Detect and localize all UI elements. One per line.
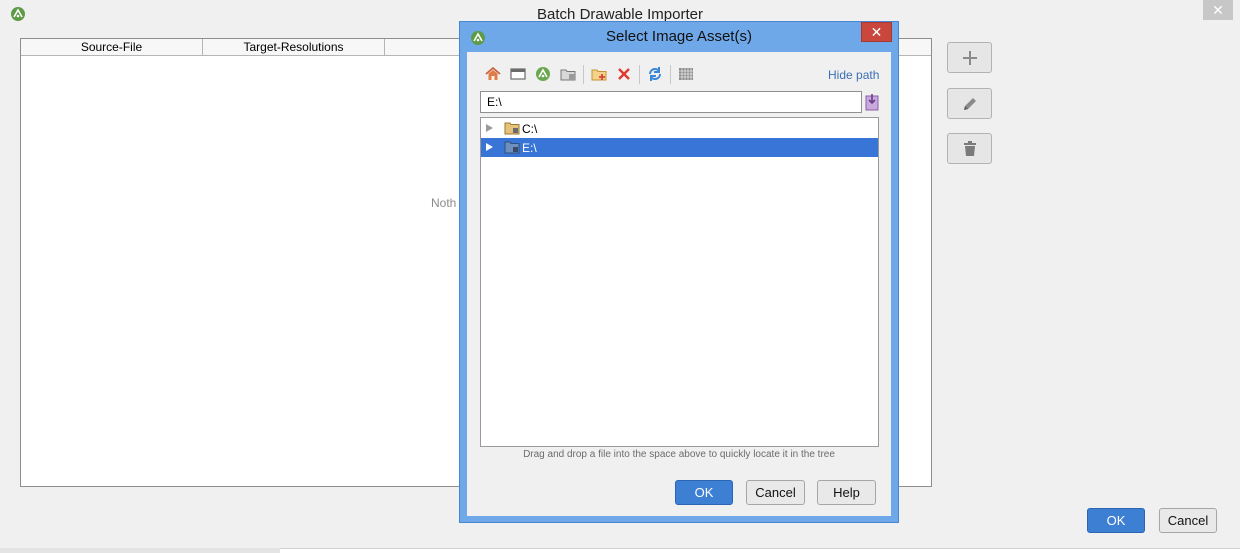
tree-node-c-drive[interactable]: C:\ bbox=[481, 119, 878, 138]
new-folder-icon[interactable] bbox=[591, 66, 607, 82]
tree-node-label: E:\ bbox=[522, 141, 537, 155]
expand-arrow-icon[interactable] bbox=[486, 124, 493, 132]
delete-button[interactable] bbox=[947, 133, 992, 164]
show-hidden-icon[interactable] bbox=[678, 66, 694, 82]
plus-icon bbox=[962, 50, 977, 65]
path-input[interactable] bbox=[480, 91, 862, 113]
close-icon: ✕ bbox=[1212, 2, 1224, 18]
empty-table-text: Noth bbox=[431, 196, 457, 210]
toolbar-separator bbox=[670, 65, 671, 84]
add-button[interactable] bbox=[947, 42, 992, 73]
dialog-close-button[interactable]: ✕ bbox=[861, 22, 892, 42]
status-strip-right bbox=[280, 548, 1240, 553]
tree-node-label: C:\ bbox=[522, 122, 538, 136]
desktop-icon[interactable] bbox=[510, 66, 526, 82]
drag-drop-hint: Drag and drop a file into the space abov… bbox=[523, 449, 835, 460]
status-strip-left bbox=[0, 548, 280, 553]
edit-button[interactable] bbox=[947, 88, 992, 119]
hide-path-link[interactable]: Hide path bbox=[828, 68, 879, 82]
android-project-icon[interactable] bbox=[535, 66, 551, 82]
dialog-ok-button[interactable]: OK bbox=[675, 480, 733, 505]
delete-icon[interactable] bbox=[616, 66, 632, 82]
path-history-button[interactable] bbox=[864, 93, 880, 111]
dialog-body: Hide path C:\ E:\ Drag and drop a file i… bbox=[467, 52, 891, 516]
column-header-source-file[interactable]: Source-File bbox=[21, 39, 203, 55]
module-icon[interactable] bbox=[560, 66, 576, 82]
outer-ok-button[interactable]: OK bbox=[1087, 508, 1145, 533]
dialog-help-button[interactable]: Help bbox=[817, 480, 876, 505]
toolbar-separator bbox=[583, 65, 584, 84]
tree-node-e-drive[interactable]: E:\ bbox=[481, 138, 878, 157]
drive-folder-icon bbox=[504, 122, 520, 135]
close-icon: ✕ bbox=[870, 24, 883, 40]
outer-cancel-button[interactable]: Cancel bbox=[1159, 508, 1217, 533]
file-tree[interactable]: C:\ E:\ bbox=[480, 117, 879, 447]
refresh-icon[interactable] bbox=[647, 66, 663, 82]
expand-arrow-icon[interactable] bbox=[486, 143, 493, 151]
select-image-asset-dialog: Select Image Asset(s) ✕ Hide path E:\ C:… bbox=[459, 21, 899, 523]
dialog-cancel-button[interactable]: Cancel bbox=[746, 480, 805, 505]
drive-folder-icon bbox=[504, 141, 520, 154]
dialog-title: Select Image Asset(s) bbox=[606, 28, 752, 45]
home-icon[interactable] bbox=[485, 66, 501, 82]
window-close-button[interactable]: ✕ bbox=[1203, 0, 1233, 20]
column-header-target-resolutions[interactable]: Target-Resolutions bbox=[203, 39, 385, 55]
pencil-icon bbox=[963, 97, 976, 110]
toolbar-separator bbox=[639, 65, 640, 84]
clipboard-download-icon bbox=[865, 94, 879, 111]
trash-icon bbox=[963, 140, 976, 156]
